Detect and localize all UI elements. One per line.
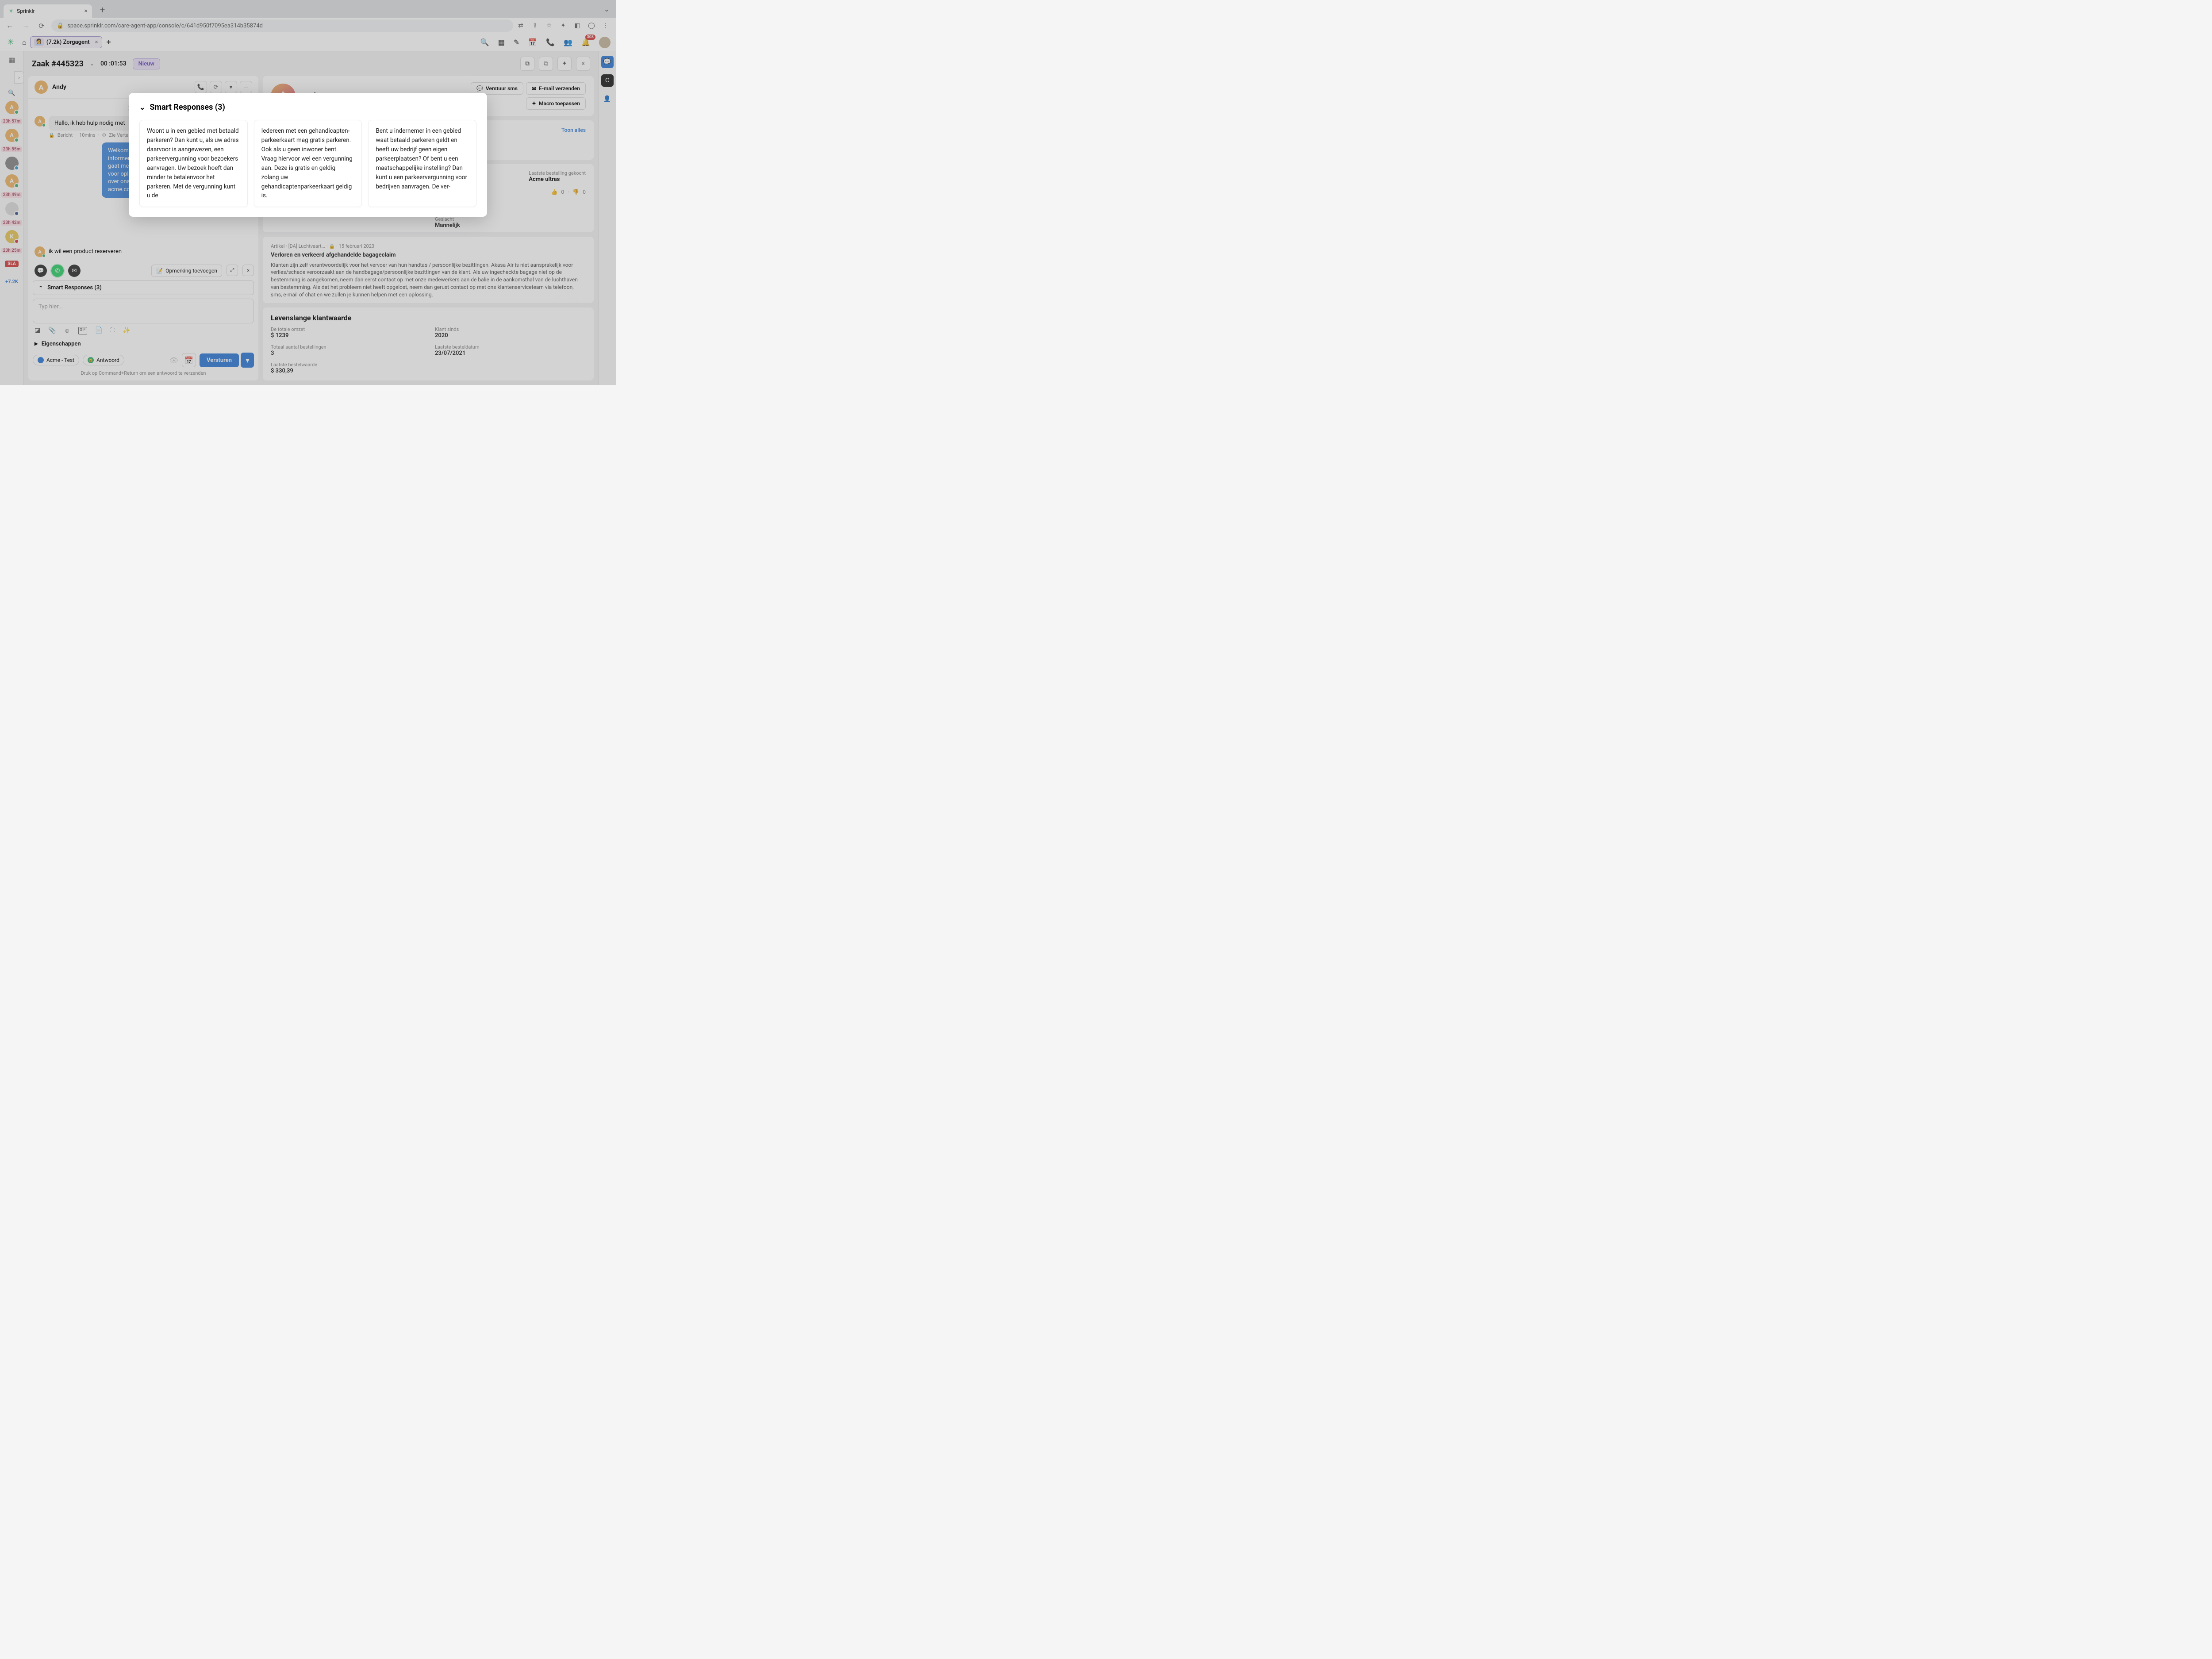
smart-response-card[interactable]: Woont u in een gebied met betaald parker… xyxy=(139,120,248,207)
modal-overlay[interactable]: ⌄ Smart Responses (3) Woont u in een geb… xyxy=(0,0,616,385)
smart-response-card[interactable]: Iedereen met een gehandicapten-parkeerka… xyxy=(254,120,362,207)
chevron-down-icon[interactable]: ⌄ xyxy=(139,103,145,111)
modal-title: Smart Responses (3) xyxy=(150,103,225,112)
smart-response-card[interactable]: Bent u indernemer in een gebied waat bet… xyxy=(368,120,476,207)
smart-responses-modal: ⌄ Smart Responses (3) Woont u in een geb… xyxy=(129,93,487,217)
